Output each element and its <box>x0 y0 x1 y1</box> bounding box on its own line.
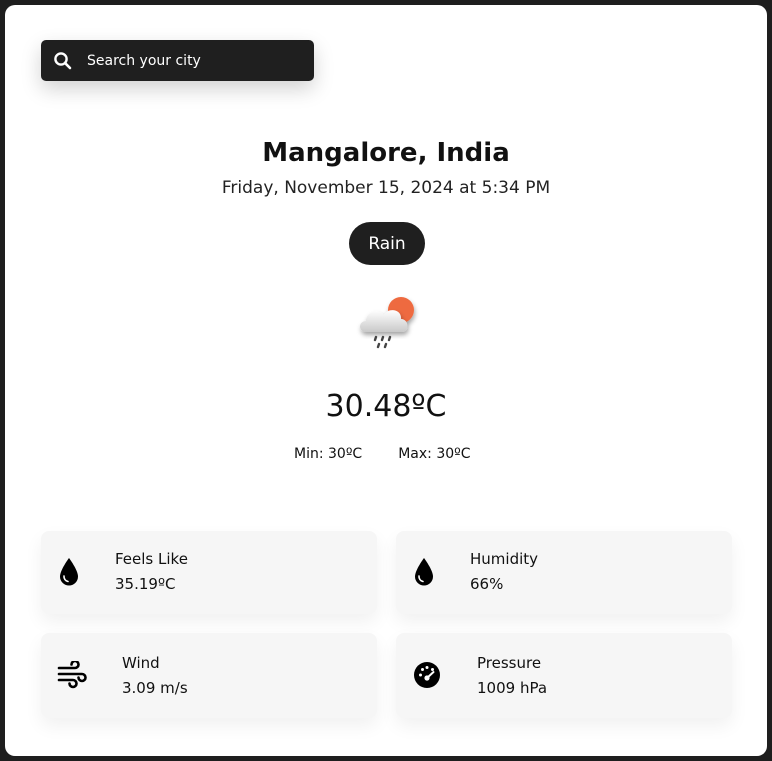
weather-card: Mangalore, India Friday, November 15, 20… <box>5 5 767 756</box>
droplet-icon <box>60 558 78 586</box>
humidity-label: Humidity <box>470 550 539 568</box>
feels-like-value: 35.19ºC <box>115 575 176 593</box>
pressure-label: Pressure <box>477 654 542 672</box>
wind-icon <box>57 661 87 689</box>
max-temp: Max: 30ºC <box>398 446 471 462</box>
search-bar[interactable] <box>41 40 314 81</box>
min-max: Min: 30ºC Max: 30ºC <box>294 446 471 462</box>
feels-like-label: Feels Like <box>115 550 188 568</box>
droplet-icon <box>415 558 433 586</box>
rain-cloud-sun-icon <box>360 297 414 349</box>
humidity-card: Humidity 66% <box>396 531 732 614</box>
condition-badge: Rain <box>349 222 425 265</box>
gauge-icon <box>414 662 440 688</box>
wind-label: Wind <box>122 654 160 672</box>
search-icon <box>54 51 72 69</box>
min-temp: Min: 30ºC <box>294 446 363 462</box>
feels-like-card: Feels Like 35.19ºC <box>41 531 377 614</box>
pressure-value: 1009 hPa <box>477 679 548 697</box>
wind-value: 3.09 m/s <box>122 679 188 697</box>
humidity-value: 66% <box>470 575 504 593</box>
city-name: Mangalore, India <box>262 138 510 168</box>
temperature: 30.48ºC <box>325 389 447 424</box>
search-input[interactable] <box>87 52 287 69</box>
date-time: Friday, November 15, 2024 at 5:34 PM <box>221 178 551 198</box>
pressure-card: Pressure 1009 hPa <box>396 633 732 718</box>
wind-card: Wind 3.09 m/s <box>41 633 377 718</box>
